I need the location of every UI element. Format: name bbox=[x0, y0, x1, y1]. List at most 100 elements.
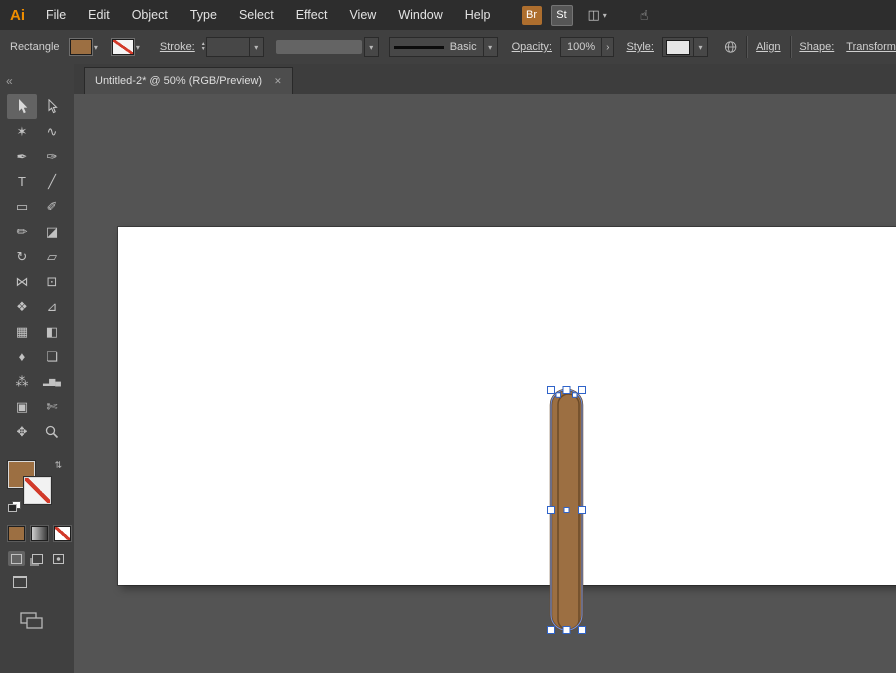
menu-help[interactable]: Help bbox=[454, 8, 502, 22]
fill-swatch bbox=[70, 39, 92, 55]
eyedropper-tool[interactable]: ♦ bbox=[7, 344, 37, 369]
draw-inside-button[interactable] bbox=[50, 551, 67, 566]
selection-handle[interactable] bbox=[563, 627, 570, 634]
lasso-tool[interactable]: ∿ bbox=[37, 119, 67, 144]
collapse-panel-icon[interactable]: « bbox=[6, 74, 11, 88]
selection-handle[interactable] bbox=[579, 627, 586, 634]
pasteboard[interactable] bbox=[74, 94, 896, 673]
shape-panel-link[interactable]: Shape: bbox=[799, 41, 834, 53]
brush-definition-select[interactable]: ▾ bbox=[276, 37, 379, 57]
document-tab[interactable]: Untitled-2* @ 50% (RGB/Preview) ✕ bbox=[84, 67, 293, 94]
stroke-color-box[interactable] bbox=[24, 477, 51, 504]
pencil-tool[interactable]: ✏ bbox=[7, 219, 37, 244]
selected-object-type: Rectangle bbox=[10, 41, 70, 53]
pen-tool[interactable]: ✒ bbox=[7, 144, 37, 169]
scale-tool[interactable]: ▱ bbox=[37, 244, 67, 269]
selection-handle[interactable] bbox=[579, 507, 586, 514]
type-tool[interactable]: T bbox=[7, 169, 37, 194]
shape-center-point[interactable] bbox=[564, 508, 569, 513]
draw-behind-button[interactable] bbox=[29, 551, 46, 566]
fill-color-picker[interactable]: ▾ bbox=[70, 39, 98, 55]
stroke-weight-select[interactable]: ▾ bbox=[206, 37, 264, 57]
hand-icon: ✥ bbox=[17, 424, 28, 440]
draw-normal-button[interactable] bbox=[8, 551, 25, 566]
width-tool-icon: ⋈ bbox=[16, 274, 29, 290]
width-tool[interactable]: ⋈ bbox=[7, 269, 37, 294]
magic-wand-tool[interactable]: ✶ bbox=[7, 119, 37, 144]
curvature-tool[interactable]: ✑ bbox=[37, 144, 67, 169]
slice-tool[interactable]: ✄ bbox=[37, 394, 67, 419]
stroke-panel-link[interactable]: Stroke: bbox=[160, 41, 195, 53]
opacity-panel-link[interactable]: Opacity: bbox=[512, 41, 552, 53]
mesh-tool[interactable]: ▦ bbox=[7, 319, 37, 344]
gradient-button[interactable] bbox=[31, 526, 48, 541]
color-button[interactable] bbox=[8, 526, 25, 541]
screen-mode-button[interactable] bbox=[10, 574, 30, 589]
bridge-button[interactable]: Br bbox=[522, 6, 542, 25]
menu-file[interactable]: File bbox=[35, 8, 77, 22]
eraser-tool[interactable]: ◪ bbox=[37, 219, 67, 244]
selection-handle[interactable] bbox=[579, 387, 586, 394]
shape-builder-tool[interactable]: ❖ bbox=[7, 294, 37, 319]
menu-window[interactable]: Window bbox=[387, 8, 453, 22]
stroke-color-picker[interactable]: ▾ bbox=[112, 39, 140, 55]
graphic-style-panel-link[interactable]: Style: bbox=[626, 41, 654, 53]
arrange-documents-button[interactable]: ◫ ▾ bbox=[588, 7, 607, 23]
stock-button[interactable]: St bbox=[551, 5, 573, 26]
selection-handle[interactable] bbox=[563, 387, 570, 394]
close-icon[interactable]: ✕ bbox=[274, 76, 282, 87]
touch-workspace-icon[interactable]: ☝ bbox=[640, 7, 649, 24]
direct-selection-tool[interactable] bbox=[37, 94, 67, 119]
perspective-grid-tool[interactable]: ⊿ bbox=[37, 294, 67, 319]
menu-object[interactable]: Object bbox=[121, 8, 179, 22]
opacity-value: 100% bbox=[561, 41, 601, 53]
menu-effect[interactable]: Effect bbox=[285, 8, 339, 22]
menu-edit[interactable]: Edit bbox=[77, 8, 121, 22]
align-panel-link[interactable]: Align bbox=[756, 41, 780, 53]
artboard-tool[interactable]: ▣ bbox=[7, 394, 37, 419]
artboard[interactable] bbox=[118, 227, 896, 585]
selection-handle[interactable] bbox=[548, 627, 555, 634]
line-segment-tool[interactable]: ╱ bbox=[37, 169, 67, 194]
selection-handle[interactable] bbox=[548, 387, 555, 394]
selected-shape[interactable] bbox=[544, 383, 590, 641]
globe-icon[interactable] bbox=[724, 39, 737, 55]
none-button[interactable] bbox=[54, 526, 71, 541]
stroke-style-select[interactable]: Basic ▾ bbox=[389, 37, 498, 57]
rectangle-tool[interactable]: ▭ bbox=[7, 194, 37, 219]
collapsed-panels-icon[interactable] bbox=[20, 612, 44, 630]
transform-panel-link[interactable]: Transform bbox=[846, 41, 896, 53]
anchor-point[interactable] bbox=[573, 393, 578, 398]
tools-grid: ✶ ∿ ✒ ✑ T ╱ ▭ ✐ ✏ ◪ ↻ ▱ ⋈ ⊡ ❖ ⊿ ▦ ◧ ♦ ❏ … bbox=[7, 94, 67, 444]
blend-tool[interactable]: ❏ bbox=[37, 344, 67, 369]
symbol-sprayer-tool[interactable]: ⁂ bbox=[7, 369, 37, 394]
color-mode-buttons bbox=[8, 526, 71, 541]
chevron-down-icon: ▾ bbox=[94, 43, 98, 52]
column-graph-tool[interactable]: ▂▆▄ bbox=[37, 369, 67, 394]
free-transform-tool[interactable]: ⊡ bbox=[37, 269, 67, 294]
graphic-style-select[interactable]: ▾ bbox=[662, 37, 708, 57]
brush-definition-preview bbox=[276, 40, 362, 54]
paintbrush-tool[interactable]: ✐ bbox=[37, 194, 67, 219]
zoom-tool[interactable] bbox=[37, 419, 67, 444]
hand-tool[interactable]: ✥ bbox=[7, 419, 37, 444]
chevron-down-icon: ▾ bbox=[364, 37, 379, 57]
rotate-tool[interactable]: ↻ bbox=[7, 244, 37, 269]
anchor-point[interactable] bbox=[556, 393, 561, 398]
selection-handle[interactable] bbox=[548, 507, 555, 514]
menu-select[interactable]: Select bbox=[228, 8, 285, 22]
selection-tool[interactable] bbox=[7, 94, 37, 119]
opacity-select[interactable]: 100% › bbox=[560, 37, 614, 57]
slice-icon: ✄ bbox=[47, 399, 58, 415]
magic-wand-icon: ✶ bbox=[17, 124, 28, 140]
chevron-down-icon: ▾ bbox=[136, 43, 140, 52]
mesh-icon: ▦ bbox=[16, 324, 28, 340]
graphic-style-swatch bbox=[666, 40, 690, 55]
menu-view[interactable]: View bbox=[338, 8, 387, 22]
gradient-tool[interactable]: ◧ bbox=[37, 319, 67, 344]
default-fill-stroke-icon[interactable] bbox=[8, 501, 21, 512]
swap-fill-stroke-icon[interactable]: ⇄ bbox=[52, 461, 63, 469]
menu-type[interactable]: Type bbox=[179, 8, 228, 22]
scale-icon: ▱ bbox=[47, 249, 57, 265]
app-bar-buttons: Br St ◫ ▾ ☝ bbox=[522, 5, 649, 26]
